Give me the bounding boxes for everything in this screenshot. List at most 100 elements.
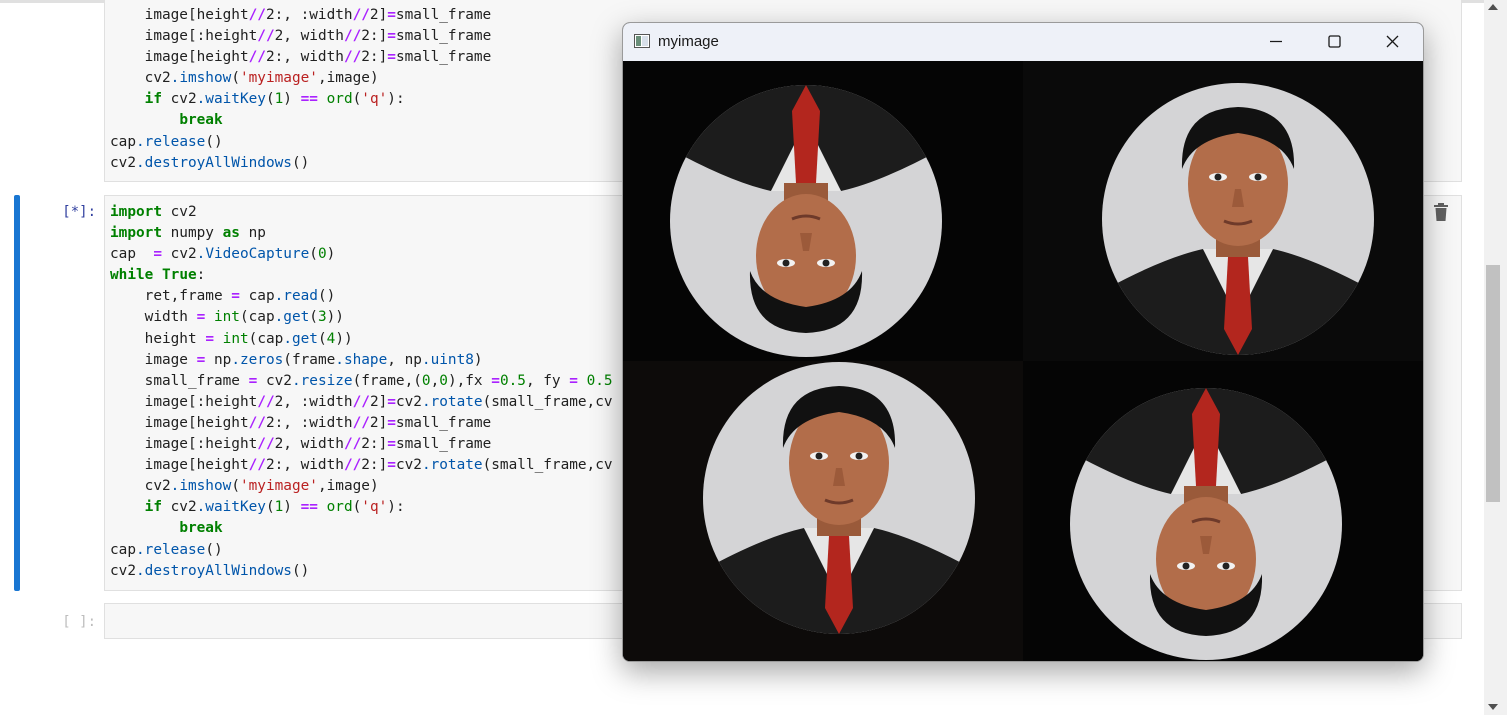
- code-token: (small_frame,cv: [482, 457, 613, 474]
- code-token: ): [283, 499, 301, 516]
- code-token: ord: [326, 91, 353, 108]
- code-token: (: [231, 70, 240, 87]
- code-line: cap = cv2.VideoCapture(0): [110, 244, 613, 265]
- code-token: 2:]: [361, 49, 388, 66]
- code-token: .imshow: [170, 478, 232, 495]
- code-token: ord: [326, 499, 353, 516]
- code-token: .resize: [291, 372, 353, 389]
- code-token: 0: [439, 372, 448, 389]
- code-token: 'myimage': [239, 70, 318, 87]
- code-token: //: [248, 49, 266, 66]
- code-token: image[height: [110, 414, 249, 431]
- code-line: image[:height//2, :width//2]=cv2.rotate(…: [110, 392, 613, 413]
- code-line: cv2.imshow('myimage',image): [110, 68, 491, 89]
- code-line: if cv2.waitKey(1) == ord('q'):: [110, 89, 491, 110]
- code-token: import: [110, 225, 162, 242]
- code-token: (: [309, 309, 318, 326]
- code-line: break: [110, 110, 491, 131]
- code-token: //: [352, 414, 370, 431]
- code-token: //: [257, 28, 275, 45]
- code-token: 2, width: [274, 28, 344, 45]
- code-line: image[:height//2, width//2:]=small_frame: [110, 434, 613, 455]
- scroll-up-arrow-icon[interactable]: [1488, 4, 1498, 10]
- code-token: =: [387, 28, 396, 45]
- code-token: ),fx: [447, 372, 492, 389]
- code-line: width = int(cap.get(3)): [110, 307, 613, 328]
- code-token: (frame: [283, 351, 336, 368]
- code-token: (: [231, 478, 240, 495]
- code-token: , np: [387, 351, 422, 368]
- opencv-window[interactable]: myimage: [622, 22, 1424, 662]
- app-window-icon: [634, 34, 650, 48]
- code-token: 4: [326, 330, 336, 347]
- code-token: ==: [300, 91, 318, 108]
- code-line: import cv2: [110, 202, 613, 223]
- code-token: while: [110, 267, 154, 284]
- code-token: cv2: [161, 91, 197, 108]
- code-token: ret,frame: [110, 288, 232, 305]
- delete-cell-icon[interactable]: [1433, 203, 1449, 221]
- code-token: .waitKey: [196, 91, 266, 108]
- code-token: .imshow: [170, 70, 232, 87]
- minimize-icon[interactable]: [1247, 23, 1305, 61]
- code-line: image = np.zeros(frame.shape, np.uint8): [110, 350, 613, 371]
- code-token: .read: [274, 288, 318, 305]
- code-token: (cap: [248, 330, 284, 347]
- code-token: cv2: [110, 154, 136, 171]
- code-token: break: [179, 112, 223, 129]
- code-token: image[height: [110, 457, 249, 474]
- code-cell-text[interactable]: image[height//2:, :width//2]=small_frame…: [110, 5, 491, 174]
- code-token: .rotate: [421, 457, 483, 474]
- code-token: ,image): [317, 478, 379, 495]
- code-token: .get: [274, 309, 310, 326]
- code-token: numpy: [161, 225, 223, 242]
- code-token: 2, :width: [274, 393, 353, 410]
- code-cell-text[interactable]: import cv2 import numpy as np cap = cv2.Vi…: [110, 202, 613, 582]
- code-token: =: [387, 414, 396, 431]
- maximize-icon[interactable]: [1305, 23, 1363, 61]
- code-token: =: [196, 351, 206, 368]
- code-token: height: [110, 330, 206, 347]
- code-token: cv2: [110, 70, 171, 87]
- code-token: (: [352, 91, 362, 108]
- code-token: , fy: [525, 372, 570, 389]
- code-token: (: [265, 91, 275, 108]
- code-token: width: [110, 309, 197, 326]
- window-title: myimage: [658, 33, 719, 50]
- code-token: 2:]: [361, 457, 388, 474]
- code-token: cap: [239, 288, 275, 305]
- code-token: np: [239, 225, 266, 242]
- code-token: )): [335, 330, 353, 347]
- code-token: (): [205, 133, 223, 150]
- code-token: (): [291, 562, 310, 579]
- code-token: image: [110, 351, 197, 368]
- code-token: 0: [421, 372, 431, 389]
- code-token: 2, width: [274, 436, 344, 453]
- cell-prompt: [ ]:: [62, 614, 96, 630]
- code-token: 0.5: [586, 372, 613, 389]
- code-token: =: [387, 7, 396, 23]
- code-line: cap.release(): [110, 132, 491, 153]
- code-token: 2]: [369, 7, 388, 23]
- code-token: cv2: [110, 562, 136, 579]
- code-token: =: [387, 49, 396, 66]
- window-titlebar[interactable]: myimage: [623, 23, 1423, 61]
- code-token: //: [257, 436, 275, 453]
- code-line: small_frame = cv2.resize(frame,(0,0),fx …: [110, 371, 613, 392]
- code-token: ):: [387, 499, 405, 516]
- scrollbar-thumb[interactable]: [1486, 265, 1500, 502]
- code-token: =: [231, 288, 240, 305]
- code-token: //: [352, 393, 370, 410]
- code-token: np: [205, 351, 232, 368]
- scroll-down-arrow-icon[interactable]: [1488, 704, 1498, 710]
- code-token: =: [387, 436, 396, 453]
- code-token: int: [222, 330, 249, 347]
- code-token: image[:height: [110, 28, 258, 45]
- code-line: height = int(cap.get(4)): [110, 329, 613, 350]
- close-icon[interactable]: [1363, 23, 1421, 61]
- code-token: ==: [300, 499, 318, 516]
- cell-prompt: [*]:: [62, 204, 96, 220]
- code-token: (: [309, 246, 318, 263]
